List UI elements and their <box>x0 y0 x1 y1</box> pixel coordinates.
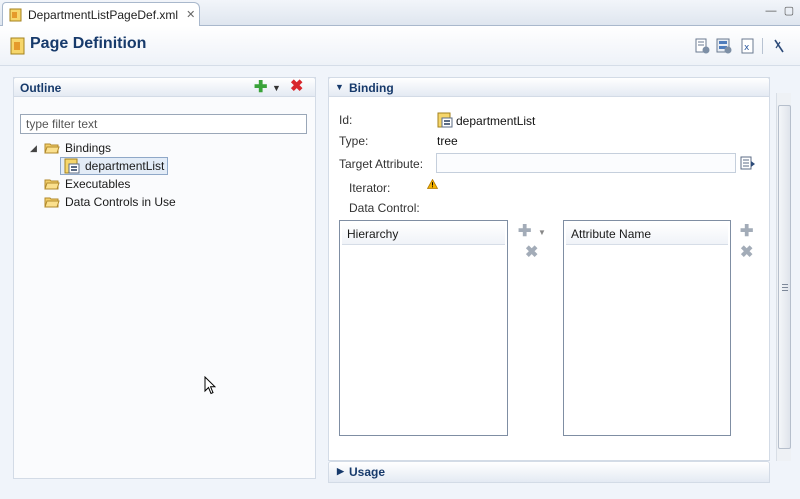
usage-section-header[interactable]: ▶ Usage <box>328 461 770 483</box>
binding-title: Binding <box>349 81 394 95</box>
scrollbar-thumb[interactable] <box>778 105 791 449</box>
delete-hierarchy-icon[interactable]: ✖ <box>525 245 538 261</box>
collapse-icon[interactable]: ▼ <box>335 82 344 92</box>
tree-binding-icon <box>64 158 80 174</box>
id-label: Id: <box>339 113 353 127</box>
folder-open-icon <box>44 143 60 154</box>
tree-item-label: Data Controls in Use <box>65 195 176 209</box>
model-parameters-icon[interactable] <box>716 38 732 54</box>
dropdown-icon[interactable]: ▼ <box>272 83 281 93</box>
attribute-name-list[interactable]: Attribute Name <box>563 220 731 436</box>
add-icon[interactable]: ✚ <box>254 80 267 96</box>
editor-tab[interactable]: DepartmentListPageDef.xml ✕ <box>2 2 200 26</box>
page-header: Page Definition x <box>0 26 800 66</box>
pin-icon[interactable] <box>771 38 787 54</box>
editor-tab-strip: DepartmentListPageDef.xml ✕ — ▢ <box>0 0 800 26</box>
vertical-scrollbar[interactable] <box>776 93 791 461</box>
tree-item-data-controls[interactable]: Data Controls in Use <box>44 193 176 211</box>
browse-icon[interactable] <box>740 155 756 171</box>
delete-icon[interactable]: ✖ <box>290 79 303 95</box>
tree-item-label: departmentList <box>85 159 165 173</box>
data-control-label: Data Control: <box>349 201 420 215</box>
filter-input[interactable] <box>20 114 307 134</box>
tree-item-department-list[interactable]: departmentList <box>60 157 169 175</box>
selected-tree-node[interactable]: departmentList <box>60 157 169 175</box>
binding-section-header[interactable]: ▼ Binding <box>328 77 770 97</box>
mouse-cursor-icon <box>204 376 216 395</box>
outline-header: Outline ✚ ▼ ✖ <box>13 77 316 97</box>
usage-title: Usage <box>349 465 386 479</box>
folder-icon <box>44 179 60 190</box>
iterator-label: Iterator: <box>349 181 391 195</box>
maximize-icon[interactable]: ▢ <box>781 4 797 18</box>
svg-text:x: x <box>744 43 750 53</box>
outline-panel <box>13 77 316 479</box>
warning-icon <box>427 179 438 189</box>
expand-icon[interactable]: ▶ <box>337 466 344 477</box>
add-hierarchy-icon[interactable]: ✚ <box>518 224 531 240</box>
target-attribute-label: Target Attribute: <box>339 157 424 171</box>
type-label: Type: <box>339 134 369 148</box>
dropdown-icon[interactable]: ▼ <box>538 228 546 237</box>
page-parameters-icon[interactable] <box>694 38 710 54</box>
tree-item-label: Executables <box>65 177 131 191</box>
close-icon[interactable]: ✕ <box>186 8 195 21</box>
editor-tab-label: DepartmentListPageDef.xml <box>28 7 179 22</box>
id-value: departmentList <box>456 114 536 128</box>
collapse-icon[interactable]: ◢ <box>30 143 40 154</box>
tree-item-label: Bindings <box>65 141 112 155</box>
target-attribute-field[interactable] <box>436 153 736 173</box>
minimize-icon[interactable]: — <box>763 4 779 18</box>
outline-title: Outline <box>20 81 62 95</box>
attribute-name-header: Attribute Name <box>566 223 728 245</box>
tree-item-executables[interactable]: Executables <box>44 175 130 193</box>
toolbar-divider <box>762 38 763 54</box>
binding-icon <box>437 112 453 128</box>
delete-attribute-icon[interactable]: ✖ <box>740 245 753 261</box>
page-title: Page Definition <box>30 35 147 52</box>
page-def-icon <box>10 37 25 55</box>
type-value: tree <box>437 134 458 148</box>
hierarchy-header: Hierarchy <box>342 223 505 245</box>
add-attribute-icon[interactable]: ✚ <box>740 224 753 240</box>
tree-item-bindings[interactable]: ◢ Bindings <box>30 139 111 157</box>
edit-source-icon[interactable]: x <box>740 38 756 54</box>
page-def-icon <box>9 8 22 21</box>
folder-icon <box>44 197 60 208</box>
hierarchy-list[interactable]: Hierarchy <box>339 220 508 436</box>
